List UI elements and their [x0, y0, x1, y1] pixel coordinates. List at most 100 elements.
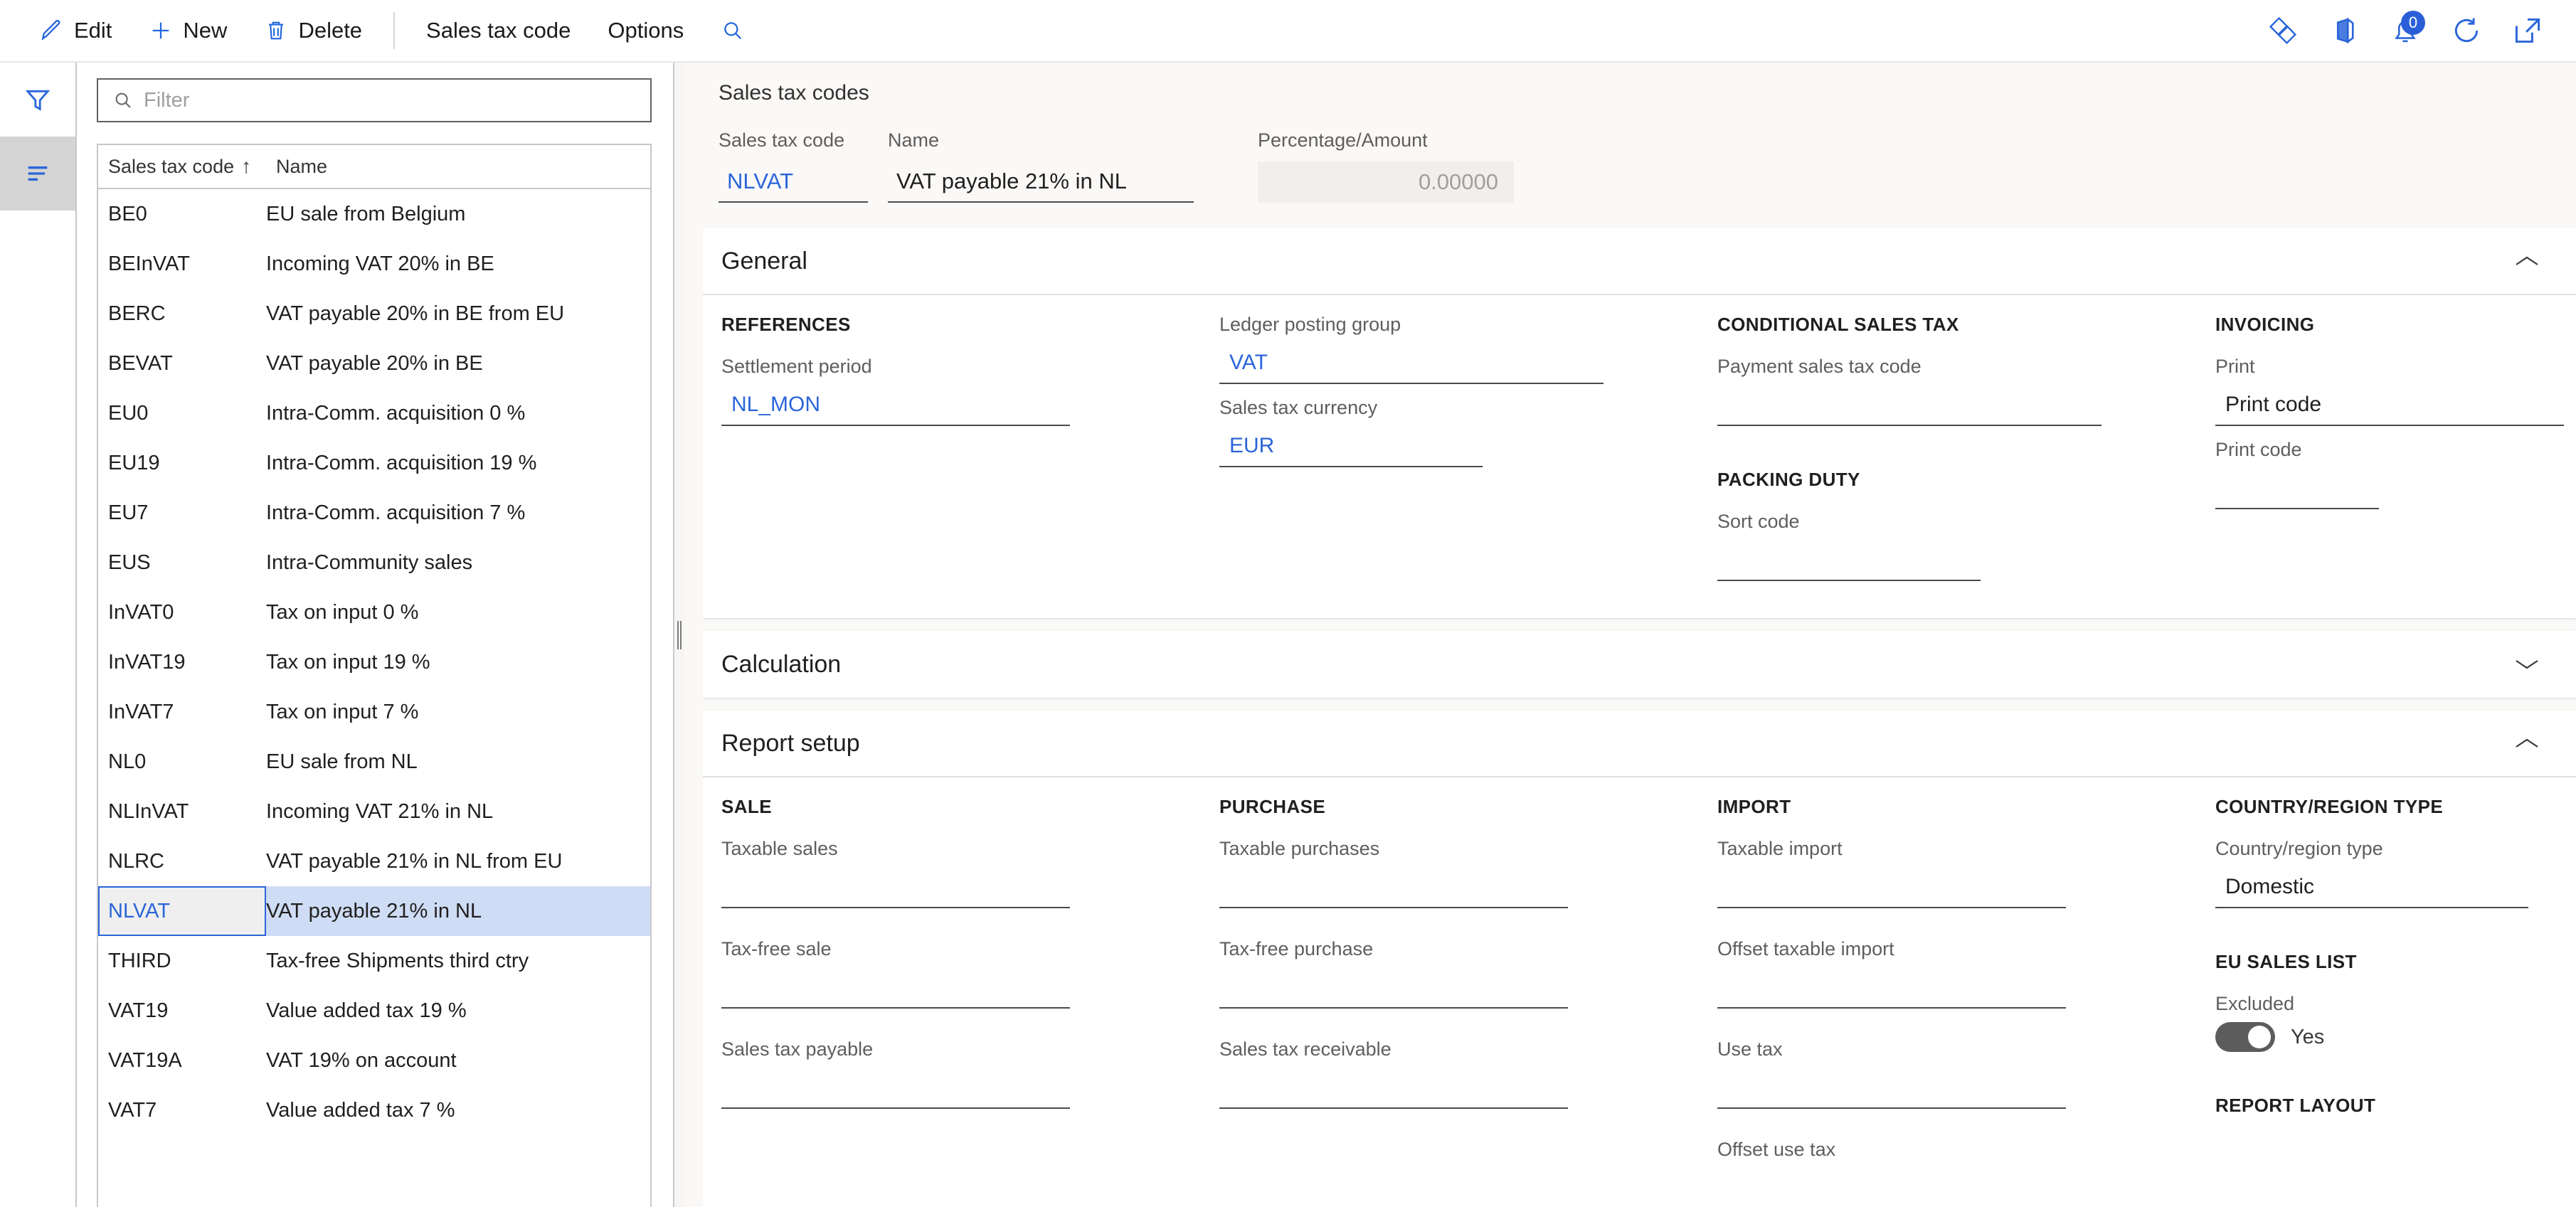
table-row[interactable]: NLRC VAT payable 21% in NL from EU	[98, 836, 650, 886]
table-row[interactable]: BEInVAT Incoming VAT 20% in BE	[98, 239, 650, 289]
column-header-sales-tax-code[interactable]: Sales tax code ↑	[108, 156, 276, 178]
table-row[interactable]: NLVAT VAT payable 21% in NL	[98, 886, 650, 936]
table-row[interactable]: EU7 Intra-Comm. acquisition 7 %	[98, 488, 650, 538]
filter-icon[interactable]	[0, 63, 75, 137]
filter-box[interactable]	[97, 78, 652, 122]
list-view-icon[interactable]	[0, 137, 75, 211]
cell-sales-tax-code[interactable]: BE0	[98, 203, 266, 226]
section-calculation-header[interactable]: Calculation	[703, 631, 2576, 698]
pane-splitter[interactable]	[674, 63, 684, 1207]
excluded-toggle[interactable]	[2215, 1022, 2275, 1052]
table-row[interactable]: InVAT19 Tax on input 19 %	[98, 637, 650, 687]
cell-name[interactable]: Value added tax 19 %	[266, 999, 650, 1023]
table-row[interactable]: VAT19 Value added tax 19 %	[98, 986, 650, 1036]
table-row[interactable]: BE0 EU sale from Belgium	[98, 189, 650, 239]
field-value[interactable]	[1219, 967, 1568, 1009]
section-general-header[interactable]: General	[703, 228, 2576, 295]
table-row[interactable]: VAT7 Value added tax 7 %	[98, 1085, 650, 1135]
menu-options[interactable]: Options	[589, 8, 702, 53]
cell-sales-tax-code[interactable]: InVAT0	[98, 601, 266, 624]
cell-sales-tax-code[interactable]: VAT19A	[98, 1049, 266, 1073]
cell-name[interactable]: Intra-Comm. acquisition 7 %	[266, 501, 650, 525]
cell-name[interactable]: Tax on input 0 %	[266, 601, 650, 624]
field-value[interactable]	[1717, 967, 2066, 1009]
new-button[interactable]: New	[130, 8, 245, 53]
popout-icon[interactable]	[2501, 8, 2555, 53]
delete-button[interactable]: Delete	[245, 8, 381, 53]
field-value[interactable]	[1717, 1068, 2066, 1109]
notifications-icon[interactable]: 0	[2378, 8, 2432, 53]
cell-sales-tax-code[interactable]: EU0	[98, 402, 266, 425]
cell-sales-tax-code[interactable]: BERC	[98, 302, 266, 326]
table-row[interactable]: THIRD Tax-free Shipments third ctry	[98, 936, 650, 986]
cell-sales-tax-code[interactable]: EU19	[98, 452, 266, 475]
cell-name[interactable]: VAT 19% on account	[266, 1049, 650, 1073]
cell-sales-tax-code[interactable]: EU7	[98, 501, 266, 525]
section-report-setup-header[interactable]: Report setup	[703, 711, 2576, 777]
cell-sales-tax-code[interactable]: InVAT19	[98, 651, 266, 674]
field-country-region-type-value[interactable]: Domestic	[2215, 867, 2528, 908]
field-value[interactable]	[721, 967, 1070, 1009]
cell-name[interactable]: Intra-Comm. acquisition 19 %	[266, 452, 650, 475]
field-sales-tax-currency-value[interactable]: EUR	[1219, 426, 1483, 467]
field-value[interactable]	[1219, 867, 1568, 908]
cell-name[interactable]: Tax on input 19 %	[266, 651, 650, 674]
field-print-code-value[interactable]	[2215, 468, 2379, 509]
cell-sales-tax-code[interactable]: EUS	[98, 551, 266, 575]
field-sort-code-value[interactable]	[1717, 540, 1981, 581]
cell-name[interactable]: VAT payable 20% in BE	[266, 352, 650, 376]
cell-sales-tax-code[interactable]: THIRD	[98, 950, 266, 973]
cell-sales-tax-code[interactable]: NLInVAT	[98, 800, 266, 824]
column-header-name[interactable]: Name	[276, 156, 650, 178]
command-search-button[interactable]	[702, 8, 763, 53]
cell-sales-tax-code[interactable]: InVAT7	[98, 701, 266, 724]
field-sales-tax-code-value[interactable]: NLVAT	[719, 161, 868, 203]
dynamics-diamond-icon[interactable]	[2256, 8, 2310, 53]
field-print-value[interactable]: Print code	[2215, 385, 2564, 426]
cell-name[interactable]: Tax-free Shipments third ctry	[266, 950, 650, 973]
filter-input[interactable]	[144, 88, 636, 112]
cell-name[interactable]: Incoming VAT 20% in BE	[266, 252, 650, 276]
cell-name[interactable]: Intra-Comm. acquisition 0 %	[266, 402, 650, 425]
cell-sales-tax-code[interactable]: NL0	[98, 750, 266, 774]
refresh-icon[interactable]	[2439, 8, 2493, 53]
table-row[interactable]: BERC VAT payable 20% in BE from EU	[98, 289, 650, 339]
field-payment-sales-tax-code-value[interactable]	[1717, 385, 2101, 426]
table-row[interactable]: NLInVAT Incoming VAT 21% in NL	[98, 787, 650, 836]
field-name-value[interactable]: VAT payable 21% in NL	[888, 161, 1194, 203]
table-row[interactable]: EUS Intra-Community sales	[98, 538, 650, 587]
table-row[interactable]: EU0 Intra-Comm. acquisition 0 %	[98, 388, 650, 438]
cell-name[interactable]: EU sale from NL	[266, 750, 650, 774]
table-row[interactable]: BEVAT VAT payable 20% in BE	[98, 339, 650, 388]
chevron-down-icon[interactable]	[2515, 657, 2539, 671]
field-value[interactable]	[1717, 1168, 2066, 1207]
office-app-launcher-icon[interactable]	[2317, 8, 2371, 53]
cell-name[interactable]: VAT payable 21% in NL	[266, 900, 650, 923]
table-row[interactable]: EU19 Intra-Comm. acquisition 19 %	[98, 438, 650, 488]
field-settlement-period-value[interactable]: NL_MON	[721, 385, 1070, 426]
table-row[interactable]: InVAT7 Tax on input 7 %	[98, 687, 650, 737]
cell-sales-tax-code[interactable]: VAT7	[98, 1099, 266, 1122]
table-row[interactable]: VAT19A VAT 19% on account	[98, 1036, 650, 1085]
cell-name[interactable]: EU sale from Belgium	[266, 203, 650, 226]
field-value[interactable]	[1717, 867, 2066, 908]
cell-name[interactable]: Incoming VAT 21% in NL	[266, 800, 650, 824]
cell-name[interactable]: Tax on input 7 %	[266, 701, 650, 724]
table-row[interactable]: InVAT0 Tax on input 0 %	[98, 587, 650, 637]
edit-button[interactable]: Edit	[21, 8, 130, 53]
cell-name[interactable]: Value added tax 7 %	[266, 1099, 650, 1122]
cell-sales-tax-code[interactable]: VAT19	[98, 999, 266, 1023]
menu-sales-tax-code[interactable]: Sales tax code	[408, 8, 589, 53]
field-value[interactable]	[1219, 1068, 1568, 1109]
cell-name[interactable]: VAT payable 21% in NL from EU	[266, 850, 650, 873]
table-row[interactable]: NL0 EU sale from NL	[98, 737, 650, 787]
cell-sales-tax-code[interactable]: BEVAT	[98, 352, 266, 376]
field-ledger-posting-group-value[interactable]: VAT	[1219, 343, 1604, 384]
cell-name[interactable]: VAT payable 20% in BE from EU	[266, 302, 650, 326]
cell-sales-tax-code[interactable]: NLRC	[98, 850, 266, 873]
chevron-up-icon[interactable]	[2515, 736, 2539, 750]
cell-sales-tax-code[interactable]: NLVAT	[98, 886, 266, 936]
cell-sales-tax-code[interactable]: BEInVAT	[98, 252, 266, 276]
field-value[interactable]	[721, 867, 1070, 908]
chevron-up-icon[interactable]	[2515, 254, 2539, 268]
